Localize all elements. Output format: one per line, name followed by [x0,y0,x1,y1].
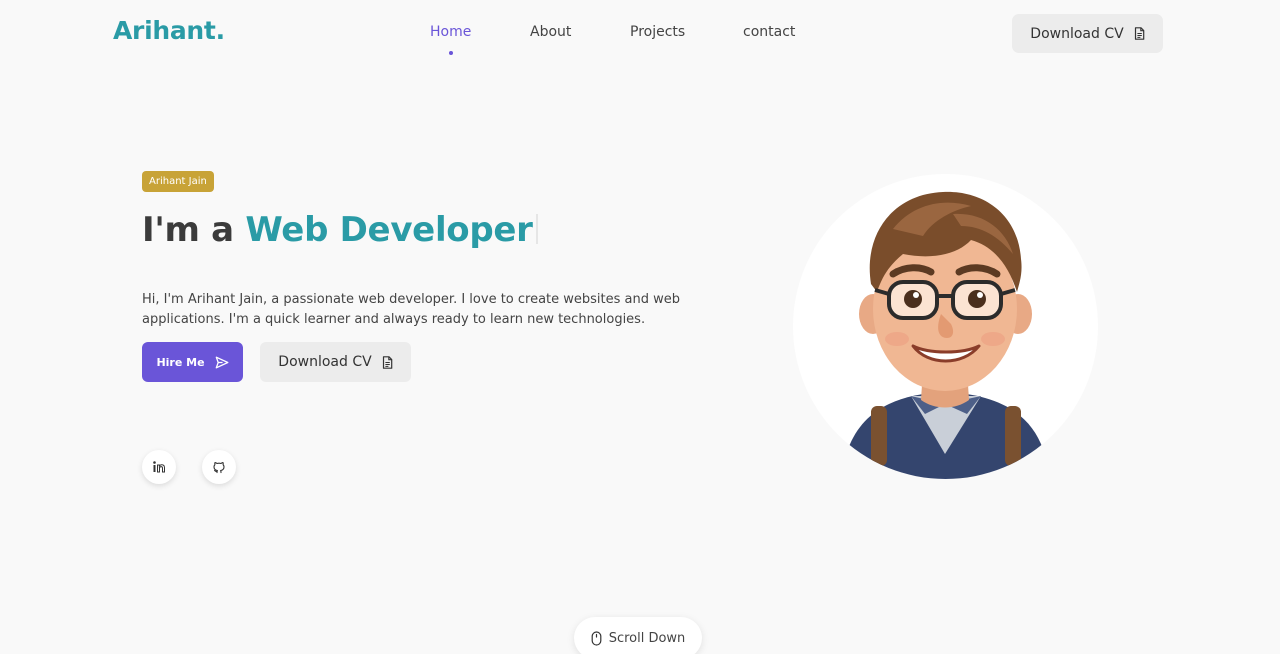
typing-cursor [535,214,538,244]
linkedin-icon [152,460,166,474]
avatar [793,174,1098,479]
document-icon [382,355,393,369]
github-link[interactable] [202,450,236,484]
button-label: Download CV [278,354,372,370]
name-badge: Arihant Jain [142,171,214,192]
hero-download-cv-button[interactable]: Download CV [260,342,411,382]
headline-accent: Web Developer [245,210,533,250]
nav-item-about[interactable]: About [530,24,571,40]
mouse-icon [591,630,602,646]
hire-me-button[interactable]: Hire Me [142,342,243,382]
linkedin-link[interactable] [142,450,176,484]
active-indicator-dot [448,51,453,55]
button-label: Download CV [1030,25,1124,42]
github-icon [212,460,226,474]
nav-item-contact[interactable]: contact [743,24,795,40]
document-icon [1134,27,1145,40]
scroll-down-label: Scroll Down [608,630,686,646]
nav-item-label: About [530,24,572,40]
cartoon-avatar-illustration [848,191,1043,479]
header-download-cv-button[interactable]: Download CV [1012,14,1163,53]
page: Arihant. Home About Projects contact Dow… [0,0,1280,654]
nav-item-label: Projects [630,24,686,40]
nav-item-label: contact [743,24,796,40]
hero-headline: I'm a Web Developer [142,210,538,250]
send-icon [215,356,229,369]
nav-item-home[interactable]: Home [430,24,472,55]
nav-item-label: Home [430,24,472,40]
hero-intro: Hi, I'm Arihant Jain, a passionate web d… [142,292,681,327]
headline-prefix: I'm a [142,210,246,250]
button-label: Hire Me [156,355,205,369]
scroll-down-button[interactable]: Scroll Down [574,617,702,654]
nav-item-projects[interactable]: Projects [630,24,685,40]
